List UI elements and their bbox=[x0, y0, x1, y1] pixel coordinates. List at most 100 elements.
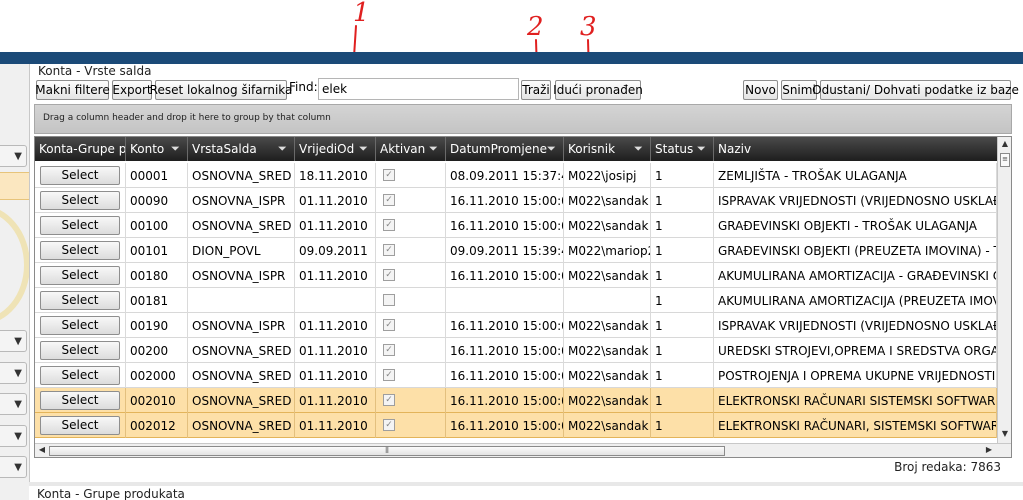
table-row[interactable]: Select 00001 OSNOVNA_SRED 18.11.2010 ✓ 08.09.… bbox=[35, 163, 997, 188]
select-row-button[interactable]: Select bbox=[40, 416, 120, 435]
export-button[interactable]: Export bbox=[112, 80, 152, 100]
cell-korisnik: M022\sandak bbox=[564, 388, 651, 413]
select-row-button[interactable]: Select bbox=[40, 166, 120, 185]
select-row-button[interactable]: Select bbox=[40, 366, 120, 385]
aktivan-checkbox[interactable]: ✓ bbox=[383, 269, 395, 281]
scroll-up-icon[interactable]: ▲ bbox=[999, 139, 1011, 151]
aktivan-checkbox[interactable]: ✓ bbox=[383, 319, 395, 331]
cell-status: 1 bbox=[651, 388, 714, 413]
cell-vrijedi-od: 01.11.2010 bbox=[295, 363, 376, 388]
cell-aktivan: ✓ bbox=[376, 238, 446, 263]
cell-aktivan: ✓ bbox=[376, 363, 446, 388]
column-header-konta-grupe[interactable]: Konta-Grupe p. bbox=[35, 137, 126, 161]
aktivan-checkbox[interactable]: ✓ bbox=[383, 219, 395, 231]
filter-icon[interactable]: ⏷ bbox=[171, 142, 181, 155]
column-header-korisnik[interactable]: Korisnik ⏷ bbox=[564, 137, 651, 161]
left-dropdown-button[interactable]: ▼ bbox=[0, 393, 27, 415]
vertical-scrollbar[interactable]: ▲ ≡ ▼ bbox=[997, 137, 1011, 443]
scroll-left-icon[interactable]: ◀ bbox=[36, 445, 48, 457]
left-expand-button[interactable]: ▼ bbox=[0, 145, 27, 167]
cell-vrsta-salda bbox=[188, 288, 295, 313]
left-dropdown-button[interactable]: ▼ bbox=[0, 425, 27, 447]
cell-select: Select bbox=[35, 413, 126, 438]
cancel-reload-button[interactable]: Odustani/ Dohvati podatke iz baze bbox=[812, 80, 1019, 100]
table-row[interactable]: Select 002010 OSNOVNA_SRED 01.11.2010 ✓ 16.11… bbox=[35, 388, 997, 413]
column-header-status[interactable]: Status ⏷ bbox=[651, 137, 714, 161]
select-row-button[interactable]: Select bbox=[40, 266, 120, 285]
table-row[interactable]: Select 00100 OSNOVNA_SRED 01.11.2010 ✓ 16.11.… bbox=[35, 213, 997, 238]
column-header-aktivan[interactable]: Aktivan ⏷ bbox=[376, 137, 446, 161]
aktivan-checkbox[interactable]: ✓ bbox=[383, 194, 395, 206]
cell-korisnik: M022\sandak bbox=[564, 413, 651, 438]
aktivan-checkbox[interactable]: ✓ bbox=[383, 394, 395, 406]
new-button[interactable]: Novo bbox=[743, 80, 778, 100]
column-header-datum-promjene[interactable]: DatumPromjene ⏷ bbox=[446, 137, 564, 161]
vertical-scroll-thumb[interactable]: ≡ bbox=[1000, 153, 1010, 167]
aktivan-checkbox[interactable]: ✓ bbox=[383, 419, 395, 431]
select-row-button[interactable]: Select bbox=[40, 241, 120, 260]
select-row-button[interactable]: Select bbox=[40, 191, 120, 210]
reset-cache-button[interactable]: Reset lokalnog šifarnika bbox=[150, 80, 292, 100]
table-row[interactable]: Select 00200 OSNOVNA_SRED 01.11.2010 ✓ 16.11.… bbox=[35, 338, 997, 363]
filter-icon[interactable]: ⏷ bbox=[359, 142, 369, 155]
aktivan-checkbox[interactable] bbox=[383, 294, 395, 306]
panel-separator bbox=[29, 482, 1023, 486]
table-row[interactable]: Select 00190 OSNOVNA_ISPR 01.11.2010 ✓ 16.11.… bbox=[35, 313, 997, 338]
left-dropdown-button[interactable]: ▼ bbox=[0, 330, 27, 352]
group-by-panel[interactable]: Drag a column header and drop it here to… bbox=[34, 104, 1012, 134]
select-row-button[interactable]: Select bbox=[40, 391, 120, 410]
cell-konto: 00180 bbox=[126, 263, 188, 288]
column-header-vrsta-salda[interactable]: VrstaSalda ⏷ bbox=[188, 137, 295, 161]
select-row-button[interactable]: Select bbox=[40, 216, 120, 235]
horizontal-scroll-thumb[interactable]: ⦀ bbox=[49, 446, 725, 456]
column-header-konto[interactable]: Konto ⏷ bbox=[126, 137, 188, 161]
column-header-naziv[interactable]: Naziv bbox=[714, 137, 997, 161]
scroll-right-icon[interactable]: ▶ bbox=[983, 445, 995, 457]
filter-icon[interactable]: ⏷ bbox=[547, 142, 557, 155]
cell-naziv: UREDSKI STROJEVI,OPREMA I SREDSTVA ORGAN… bbox=[714, 338, 997, 363]
aktivan-checkbox[interactable]: ✓ bbox=[383, 369, 395, 381]
cell-korisnik: M022\sandak bbox=[564, 213, 651, 238]
cell-korisnik: M022\sandak bbox=[564, 338, 651, 363]
cell-datum-promjene: 16.11.2010 15:00:07 bbox=[446, 313, 564, 338]
select-row-button[interactable]: Select bbox=[40, 316, 120, 335]
cell-konto: 00090 bbox=[126, 188, 188, 213]
table-row[interactable]: Select 00180 OSNOVNA_ISPR 01.11.2010 ✓ 16.11.… bbox=[35, 263, 997, 288]
aktivan-checkbox[interactable]: ✓ bbox=[383, 344, 395, 356]
next-found-button[interactable]: Idući pronađen bbox=[553, 80, 643, 100]
data-grid: Konta-Grupe p. Konto ⏷ VrstaSalda ⏷ Vrijed… bbox=[34, 136, 1012, 458]
cell-select: Select bbox=[35, 188, 126, 213]
aktivan-checkbox[interactable]: ✓ bbox=[383, 244, 395, 256]
scroll-down-icon[interactable]: ▼ bbox=[999, 429, 1011, 441]
table-row[interactable]: Select 002000 OSNOVNA_SRED 01.11.2010 ✓ 16.11… bbox=[35, 363, 997, 388]
table-row[interactable]: Select 00090 OSNOVNA_ISPR 01.11.2010 ✓ 16.11.… bbox=[35, 188, 997, 213]
table-row[interactable]: Select 00181 1 AKUMULIRANA AMORTIZACIJA (PR… bbox=[35, 288, 997, 313]
cell-aktivan: ✓ bbox=[376, 188, 446, 213]
select-row-button[interactable]: Select bbox=[40, 341, 120, 360]
left-selected-item[interactable] bbox=[0, 172, 29, 200]
table-row[interactable]: Select 00101 DION_POVL 09.09.2011 ✓ 09.09.201… bbox=[35, 238, 997, 263]
cell-status: 1 bbox=[651, 288, 714, 313]
cell-datum-promjene: 16.11.2010 15:00:07 bbox=[446, 388, 564, 413]
find-input[interactable]: elek bbox=[318, 78, 519, 100]
search-button[interactable]: Traži bbox=[521, 80, 551, 100]
cell-select: Select bbox=[35, 288, 126, 313]
filter-icon[interactable]: ⏷ bbox=[634, 142, 644, 155]
filter-icon[interactable]: ⏷ bbox=[697, 142, 707, 155]
select-row-button[interactable]: Select bbox=[40, 291, 120, 310]
filter-icon[interactable]: ⏷ bbox=[278, 142, 288, 155]
cell-korisnik: M022\josipj bbox=[564, 163, 651, 188]
aktivan-checkbox[interactable]: ✓ bbox=[383, 169, 395, 181]
left-dropdown-button[interactable]: ▼ bbox=[0, 362, 27, 384]
table-row[interactable]: Select 002012 OSNOVNA_SRED 01.11.2010 ✓ 16.11… bbox=[35, 413, 997, 438]
cell-status: 1 bbox=[651, 338, 714, 363]
cell-datum-promjene: 16.11.2010 15:00:07 bbox=[446, 363, 564, 388]
column-header-vrijedi-od[interactable]: VrijediOd ⏷ bbox=[295, 137, 376, 161]
left-dropdown-button[interactable]: ▼ bbox=[0, 456, 27, 478]
cell-select: Select bbox=[35, 263, 126, 288]
clear-filters-button[interactable]: Makni filtere bbox=[35, 80, 110, 100]
cell-datum-promjene: 08.09.2011 15:37:48 bbox=[446, 163, 564, 188]
horizontal-scrollbar[interactable]: ◀ ⦀ ▶ bbox=[35, 443, 1011, 457]
filter-icon[interactable]: ⏷ bbox=[429, 142, 439, 155]
cell-status: 1 bbox=[651, 238, 714, 263]
